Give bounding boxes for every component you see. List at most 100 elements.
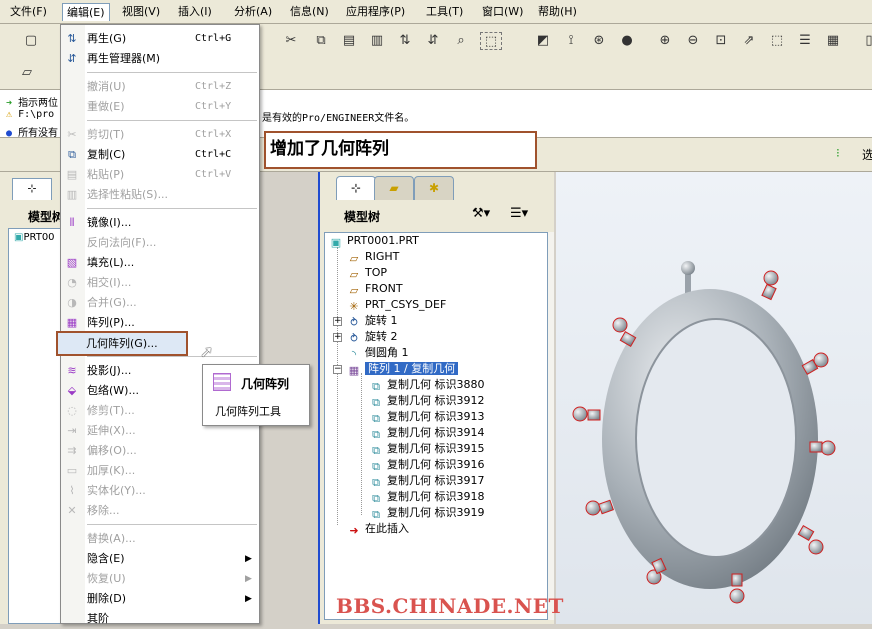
tree-node-top[interactable]: ▱ TOP xyxy=(347,265,387,281)
menu-insert[interactable]: 插入(I) xyxy=(174,3,216,21)
menu-item-regenerate[interactable]: ⇅ 再生(G) Ctrl+G xyxy=(61,29,259,49)
tree-node-copy-geom[interactable]: ⧉ 复制几何 标识3915 xyxy=(369,441,484,457)
reorient-icon[interactable]: ⇗ xyxy=(740,32,758,50)
select-box-icon[interactable]: ⬚ xyxy=(480,32,502,50)
more-icon[interactable]: ▯ xyxy=(860,32,872,50)
settings-icon[interactable]: ⚒▾ xyxy=(472,206,490,221)
tab-favorites[interactable]: ✱ xyxy=(414,176,454,200)
panel-title: 模型树 xyxy=(28,210,65,224)
tree-node-copy-geom[interactable]: ⧉ 复制几何 标识3918 xyxy=(369,489,484,505)
copy-icon[interactable]: ⧉ xyxy=(312,32,330,50)
paste-icon[interactable]: ▤ xyxy=(340,32,358,50)
cut-icon[interactable]: ✂ xyxy=(282,32,300,50)
mouse-cursor-icon: ➚ xyxy=(200,342,214,361)
extend-icon: ⇥ xyxy=(67,424,77,437)
find-icon[interactable]: ⌕ xyxy=(452,32,470,50)
saved-views-icon[interactable]: ⬚ xyxy=(768,32,786,50)
tree-node-copy-geom[interactable]: ⧉ 复制几何 标识3912 xyxy=(369,393,484,409)
menu-item-remove[interactable]: ✕ 移除... xyxy=(61,501,259,521)
regen-manager-icon[interactable]: ⇵ xyxy=(424,32,442,50)
menu-window[interactable]: 窗口(W) xyxy=(478,3,527,21)
menu-file[interactable]: 文件(F) xyxy=(6,3,51,21)
tree-node-round-1[interactable]: ◝ 倒圆角 1 xyxy=(347,345,409,361)
geometry-pattern-icon xyxy=(213,373,231,391)
copy-geometry-icon: ⧉ xyxy=(372,444,380,457)
tree-node-front[interactable]: ▱ FRONT xyxy=(347,281,403,297)
menu-item-paste-special[interactable]: ▥ 选择性粘贴(S)... xyxy=(61,185,259,205)
menu-item-flip-normal[interactable]: 反向法向(F)... xyxy=(61,233,259,253)
tree-node-copy-geom[interactable]: ⧉ 复制几何 标识3914 xyxy=(369,425,484,441)
tree-node-csys[interactable]: ✳ PRT_CSYS_DEF xyxy=(347,297,446,313)
datum-plane-icon[interactable]: ▱ xyxy=(18,64,36,82)
filter-label[interactable]: 选 xyxy=(862,146,872,163)
menu-view[interactable]: 视图(V) xyxy=(118,3,164,21)
refit-icon[interactable]: ⊡ xyxy=(712,32,730,50)
menu-item-pattern[interactable]: ▦ 阵列(P)... xyxy=(61,313,259,333)
menu-item-delete[interactable]: 删除(D) ▶ xyxy=(61,589,259,609)
insert-arrow-icon: ➜ xyxy=(349,524,359,537)
model-graphic xyxy=(572,261,836,604)
tree-node-copy-geom[interactable]: ⧉ 复制几何 标识3880 xyxy=(369,377,484,393)
paste-special-icon[interactable]: ▥ xyxy=(368,32,386,50)
traffic-light-icon: ⁝ xyxy=(836,146,840,160)
spin-center-icon[interactable]: ⊛ xyxy=(590,32,608,50)
collapse-toggle[interactable]: − xyxy=(333,365,342,374)
menu-item-geometry-pattern-label[interactable]: 几何阵列(G)... xyxy=(86,334,158,354)
menu-item-suppress[interactable]: 隐含(E) ▶ xyxy=(61,549,259,569)
graphics-window[interactable]: BBS.CHINADE.NET xyxy=(336,172,872,624)
show-menu-icon[interactable]: ☰▾ xyxy=(510,206,528,221)
shading-icon[interactable]: ● xyxy=(618,32,636,50)
menu-item-undo[interactable]: 撤消(U) Ctrl+Z xyxy=(61,77,259,97)
axis-icon[interactable]: ⟟ xyxy=(562,32,580,50)
sketch-icon[interactable]: ◩ xyxy=(534,32,552,50)
expand-toggle[interactable]: + xyxy=(333,317,342,326)
tree-node-pattern-1[interactable]: ▦ 阵列 1 / 复制几何 xyxy=(347,361,459,377)
tree-node-copy-geom[interactable]: ⧉ 复制几何 标识3919 xyxy=(369,505,484,521)
menu-item-thicken[interactable]: ▭ 加厚(K)... xyxy=(61,461,259,481)
view-manager-icon[interactable]: ▦ xyxy=(824,32,842,50)
zoom-out-icon[interactable]: ⊖ xyxy=(684,32,702,50)
tree-node-revolve-1[interactable]: ⥁ 旋转 1 xyxy=(347,313,397,329)
menu-item-redo[interactable]: 重做(E) Ctrl+Y xyxy=(61,97,259,117)
menu-item-solidify[interactable]: ⌇ 实体化(Y)... xyxy=(61,481,259,501)
zoom-in-icon[interactable]: ⊕ xyxy=(656,32,674,50)
menu-item-mirror[interactable]: ⫴ 镜像(I)... xyxy=(61,213,259,233)
fill-icon: ▧ xyxy=(66,256,78,269)
menu-item-cut[interactable]: ✂ 剪切(T) Ctrl+X xyxy=(61,125,259,145)
layers-icon[interactable]: ☰ xyxy=(796,32,814,50)
tree-node-copy-geom[interactable]: ⧉ 复制几何 标识3916 xyxy=(369,457,484,473)
menu-item-replace[interactable]: 替换(A)... xyxy=(61,529,259,549)
menu-item-copy[interactable]: ⧉ 复制(C) Ctrl+C xyxy=(61,145,259,165)
tree-node-copy-geom[interactable]: ⧉ 复制几何 标识3913 xyxy=(369,409,484,425)
tree-root[interactable]: ▣PRT00 xyxy=(14,232,55,243)
menu-item-regen-manager[interactable]: ⇵ 再生管理器(M) xyxy=(61,49,259,69)
copy-geometry-icon: ⧉ xyxy=(372,492,380,505)
tree-root[interactable]: ▣ PRT0001.PRT xyxy=(329,233,419,249)
menu-item-offset[interactable]: ⇉ 偏移(O)... xyxy=(61,441,259,461)
menu-item-fill[interactable]: ▧ 填充(L)... xyxy=(61,253,259,273)
regenerate-icon[interactable]: ⇅ xyxy=(396,32,414,50)
tree-scrollbar[interactable] xyxy=(548,232,554,620)
menu-tools[interactable]: 工具(T) xyxy=(422,3,467,21)
copy-geometry-icon: ⧉ xyxy=(372,476,380,489)
tree-node-revolve-2[interactable]: ⥁ 旋转 2 xyxy=(347,329,397,345)
menu-item-resume[interactable]: 恢复(U) ▶ xyxy=(61,569,259,589)
menu-item-intersect[interactable]: ◔ 相交(I)... xyxy=(61,273,259,293)
tab-folder-browser[interactable]: ▰ xyxy=(374,176,414,200)
expand-toggle[interactable]: + xyxy=(333,333,342,342)
menu-help[interactable]: 帮助(H) xyxy=(534,3,581,21)
new-file-icon[interactable]: ▢ xyxy=(22,32,40,50)
tree-node-insert-here[interactable]: ➜ 在此插入 xyxy=(347,521,409,537)
menu-analysis[interactable]: 分析(A) xyxy=(230,3,276,21)
tree-node-right[interactable]: ▱ RIGHT xyxy=(347,249,400,265)
menu-applications[interactable]: 应用程序(P) xyxy=(342,3,409,21)
tree-node-copy-geom[interactable]: ⧉ 复制几何 标识3917 xyxy=(369,473,484,489)
menu-item-more[interactable]: 其阶 xyxy=(61,609,259,629)
menu-item-merge[interactable]: ◑ 合并(G)... xyxy=(61,293,259,313)
menu-edit[interactable]: 编辑(E) xyxy=(62,3,110,21)
menu-item-paste[interactable]: ▤ 粘贴(P) Ctrl+V xyxy=(61,165,259,185)
tab-model-tree-icon[interactable]: ⊹ xyxy=(12,178,52,200)
tab-model-tree[interactable]: ⊹ xyxy=(336,176,376,200)
menu-info[interactable]: 信息(N) xyxy=(286,3,333,21)
copy-geometry-icon: ⧉ xyxy=(372,380,380,393)
